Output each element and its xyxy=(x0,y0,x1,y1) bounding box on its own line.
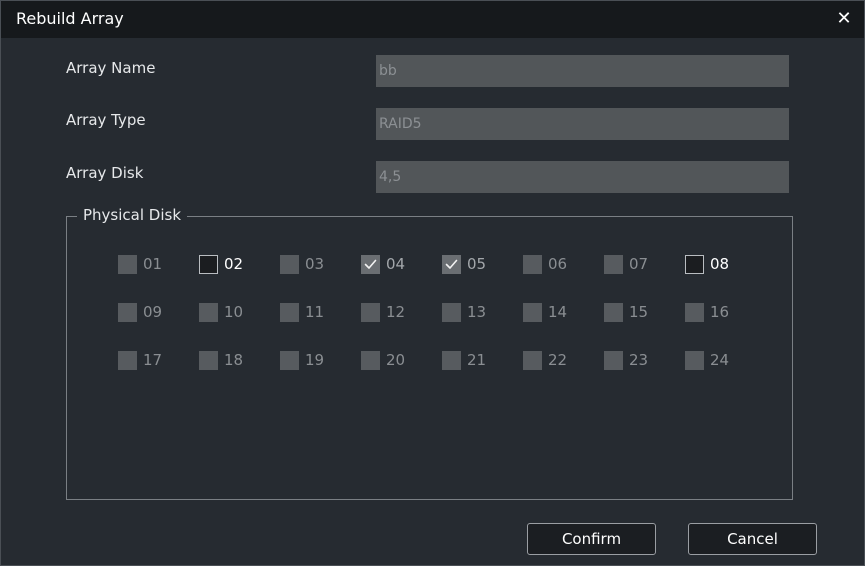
checkbox-box[interactable] xyxy=(604,303,623,322)
dialog-title: Rebuild Array xyxy=(16,9,124,28)
array-name-label: Array Name xyxy=(66,59,156,77)
disk-checkbox-06[interactable]: 06 xyxy=(523,255,604,274)
disk-label: 15 xyxy=(629,303,649,321)
checkbox-box[interactable] xyxy=(685,255,704,274)
disk-label: 22 xyxy=(548,351,568,369)
checkbox-box[interactable] xyxy=(280,303,299,322)
disk-label: 23 xyxy=(629,351,649,369)
array-disk-label: Array Disk xyxy=(66,164,144,182)
checkbox-box[interactable] xyxy=(685,303,704,322)
disk-label: 11 xyxy=(305,303,325,321)
array-name-input[interactable] xyxy=(376,55,789,87)
disk-label: 18 xyxy=(224,351,244,369)
checkbox-box[interactable] xyxy=(280,351,299,370)
disk-checkbox-19[interactable]: 19 xyxy=(280,351,361,370)
disk-label: 16 xyxy=(710,303,730,321)
disk-checkbox-13[interactable]: 13 xyxy=(442,303,523,322)
checkbox-box[interactable] xyxy=(280,255,299,274)
rebuild-array-dialog: Rebuild Array ✕ Array Name Array Type Ar… xyxy=(0,0,865,566)
disk-checkbox-01[interactable]: 01 xyxy=(118,255,199,274)
checkbox-box[interactable] xyxy=(199,303,218,322)
disk-checkbox-02[interactable]: 02 xyxy=(199,255,280,274)
disk-label: 19 xyxy=(305,351,325,369)
disk-checkbox-05[interactable]: 05 xyxy=(442,255,523,274)
checkbox-box[interactable] xyxy=(604,255,623,274)
disk-checkbox-15[interactable]: 15 xyxy=(604,303,685,322)
physical-disk-legend: Physical Disk xyxy=(77,206,188,225)
checkbox-box[interactable] xyxy=(118,351,137,370)
disk-label: 08 xyxy=(710,255,730,273)
checkbox-box[interactable] xyxy=(118,303,137,322)
disk-checkbox-21[interactable]: 21 xyxy=(442,351,523,370)
close-icon[interactable]: ✕ xyxy=(832,7,856,31)
disk-label: 10 xyxy=(224,303,244,321)
disk-checkbox-12[interactable]: 12 xyxy=(361,303,442,322)
checkbox-box[interactable] xyxy=(361,303,380,322)
disk-label: 13 xyxy=(467,303,487,321)
checkbox-box[interactable] xyxy=(442,351,461,370)
disk-label: 06 xyxy=(548,255,568,273)
disk-checkbox-14[interactable]: 14 xyxy=(523,303,604,322)
confirm-button[interactable]: Confirm xyxy=(527,523,656,555)
checkmark-icon[interactable] xyxy=(361,255,380,274)
disk-label: 17 xyxy=(143,351,163,369)
disk-label: 04 xyxy=(386,255,406,273)
checkbox-box[interactable] xyxy=(118,255,137,274)
array-disk-input[interactable] xyxy=(376,161,789,193)
title-bar: Rebuild Array ✕ xyxy=(1,1,864,38)
disk-checkbox-03[interactable]: 03 xyxy=(280,255,361,274)
checkmark-icon[interactable] xyxy=(442,255,461,274)
checkbox-box[interactable] xyxy=(361,351,380,370)
disk-label: 09 xyxy=(143,303,163,321)
checkbox-box[interactable] xyxy=(685,351,704,370)
disk-checkbox-23[interactable]: 23 xyxy=(604,351,685,370)
checkbox-box[interactable] xyxy=(523,255,542,274)
disk-label: 02 xyxy=(224,255,244,273)
disk-checkbox-08[interactable]: 08 xyxy=(685,255,766,274)
disk-checkbox-07[interactable]: 07 xyxy=(604,255,685,274)
disk-label: 12 xyxy=(386,303,406,321)
disk-checkbox-09[interactable]: 09 xyxy=(118,303,199,322)
disk-label: 07 xyxy=(629,255,649,273)
checkbox-box[interactable] xyxy=(604,351,623,370)
checkbox-box[interactable] xyxy=(523,303,542,322)
physical-disk-grid: 01 02 03 04 05 06 07 08 09 10 11 12 13 14 15 16 17 18 19 20… xyxy=(118,255,778,370)
disk-checkbox-11[interactable]: 11 xyxy=(280,303,361,322)
disk-label: 14 xyxy=(548,303,568,321)
checkbox-box[interactable] xyxy=(199,255,218,274)
disk-checkbox-17[interactable]: 17 xyxy=(118,351,199,370)
array-type-label: Array Type xyxy=(66,111,146,129)
checkbox-box[interactable] xyxy=(199,351,218,370)
disk-checkbox-20[interactable]: 20 xyxy=(361,351,442,370)
disk-label: 05 xyxy=(467,255,487,273)
disk-checkbox-16[interactable]: 16 xyxy=(685,303,766,322)
disk-label: 20 xyxy=(386,351,406,369)
checkbox-box[interactable] xyxy=(442,303,461,322)
disk-label: 24 xyxy=(710,351,730,369)
disk-checkbox-18[interactable]: 18 xyxy=(199,351,280,370)
cancel-button[interactable]: Cancel xyxy=(688,523,817,555)
disk-checkbox-24[interactable]: 24 xyxy=(685,351,766,370)
disk-label: 21 xyxy=(467,351,487,369)
disk-checkbox-10[interactable]: 10 xyxy=(199,303,280,322)
disk-label: 01 xyxy=(143,255,163,273)
checkbox-box[interactable] xyxy=(523,351,542,370)
disk-checkbox-04[interactable]: 04 xyxy=(361,255,442,274)
disk-checkbox-22[interactable]: 22 xyxy=(523,351,604,370)
array-type-input[interactable] xyxy=(376,108,789,140)
disk-label: 03 xyxy=(305,255,325,273)
